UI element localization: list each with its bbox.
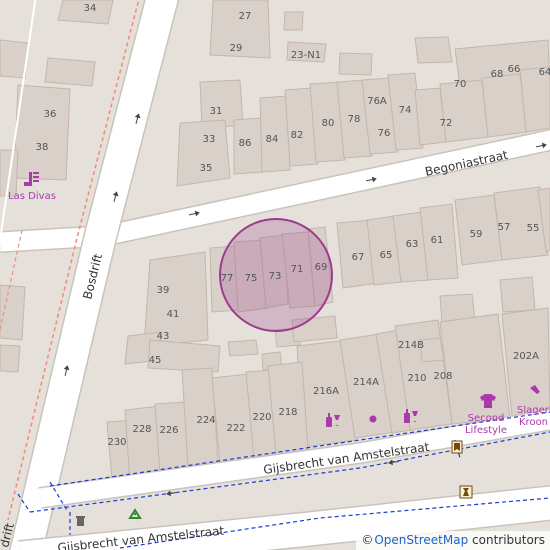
house-number: 29: [230, 43, 243, 54]
building: [44, 57, 96, 87]
house-number: 43: [157, 331, 170, 342]
house-number: 86: [239, 138, 252, 149]
house-number: 65: [380, 250, 393, 261]
house-number: 230: [107, 437, 126, 448]
house-number: 39: [157, 285, 170, 296]
poi-label-las-divas[interactable]: Las Divas: [8, 191, 56, 202]
map-attribution: ©OpenStreetMap contributors: [356, 531, 550, 550]
house-number: 67: [352, 252, 365, 263]
shop-dot-icon[interactable]: [369, 415, 377, 423]
house-number: 68: [491, 69, 504, 80]
house-number: 63: [406, 239, 419, 250]
house-number: 70: [454, 79, 467, 90]
house-number: 216A: [313, 386, 339, 397]
house-number: 66: [508, 64, 521, 75]
map-canvas[interactable]: Begoniastraat Bosdrift Gijsbrecht van Am…: [0, 0, 550, 550]
house-number: 226: [159, 425, 178, 436]
house-number: 76A: [367, 96, 387, 107]
house-number: 77: [221, 273, 234, 284]
building: [439, 313, 511, 425]
house-number: 222: [226, 423, 245, 434]
house-number: 84: [266, 134, 279, 145]
house-number: 33: [203, 134, 216, 145]
house-number: 78: [348, 114, 361, 125]
building: [499, 276, 536, 313]
poi-label-second[interactable]: Second: [468, 413, 505, 424]
house-number: 64: [539, 67, 550, 78]
house-number: 76: [378, 128, 391, 139]
house-number: 218: [278, 407, 297, 418]
house-number: 202A: [513, 351, 539, 362]
building: [481, 73, 528, 138]
building: [338, 52, 373, 76]
house-number: 80: [322, 118, 335, 129]
house-number: 27: [239, 11, 252, 22]
map-view[interactable]: Begoniastraat Bosdrift Gijsbrecht van Am…: [0, 0, 550, 550]
poi-label-kroon[interactable]: Kroon: [519, 417, 548, 428]
building: [227, 339, 259, 357]
house-number: 45: [149, 355, 162, 366]
house-number: 82: [291, 130, 304, 141]
house-number: 72: [440, 118, 453, 129]
poi-label-lifestyle[interactable]: Lifestyle: [465, 425, 507, 436]
building: [414, 36, 453, 64]
memorial-icon[interactable]: [451, 440, 463, 454]
building: [13, 84, 71, 181]
house-number: 55: [527, 223, 540, 234]
house-number: 61: [431, 235, 444, 246]
building: [176, 119, 231, 187]
house-number: 228: [132, 424, 151, 435]
waste-basket-icon[interactable]: [76, 516, 85, 526]
house-number: 214B: [398, 340, 424, 351]
attribution-link[interactable]: OpenStreetMap: [374, 533, 468, 547]
house-number: 41: [167, 309, 180, 320]
poi-label-slagerij[interactable]: Slageri: [517, 405, 550, 416]
house-number: 74: [399, 105, 412, 116]
building: [0, 344, 21, 373]
building: [283, 11, 304, 31]
house-number: 23-N1: [291, 50, 321, 61]
house-number: 75: [245, 273, 258, 284]
copyright-symbol: ©: [361, 533, 374, 547]
house-number: 38: [36, 142, 49, 153]
memorial-icon[interactable]: [459, 485, 473, 499]
house-number: 57: [498, 222, 511, 233]
house-number: 69: [315, 262, 328, 273]
house-number: 73: [269, 271, 282, 282]
house-number: 224: [196, 415, 215, 426]
building: [143, 251, 209, 347]
house-number: 31: [210, 106, 223, 117]
house-number: 210: [407, 373, 426, 384]
house-number: 220: [252, 412, 271, 423]
house-number: 208: [433, 371, 452, 382]
house-number: 36: [44, 109, 57, 120]
house-number: 59: [470, 229, 483, 240]
house-number: 71: [291, 264, 304, 275]
house-number: 34: [84, 3, 97, 14]
house-number: 214A: [353, 377, 379, 388]
house-number: 35: [200, 163, 213, 174]
attribution-suffix: contributors: [468, 533, 545, 547]
